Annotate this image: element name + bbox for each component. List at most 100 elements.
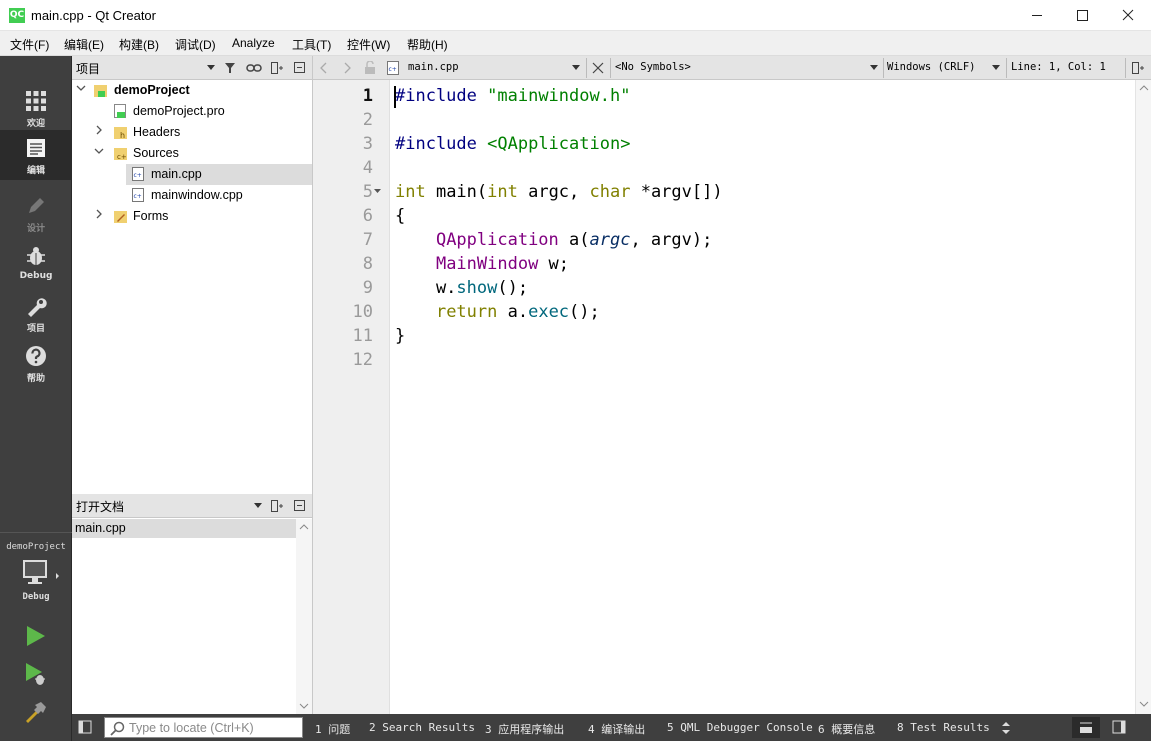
close-icon — [1122, 9, 1134, 21]
more-tabs-updown-icon[interactable] — [1001, 721, 1011, 735]
tree-item-main-cpp[interactable]: c+ main.cpp — [126, 164, 312, 185]
menu-debug[interactable]: 调试(D) — [175, 36, 216, 53]
split-pane-icon[interactable] — [270, 499, 284, 513]
menu-tools[interactable]: 工具(T) — [292, 36, 331, 53]
output-tab-application-output[interactable]: 3 应用程序输出 — [485, 721, 564, 737]
line-number: 8 — [362, 254, 373, 274]
scroll-down-icon[interactable] — [1139, 700, 1149, 708]
edit-document-icon — [27, 139, 45, 157]
menu-help[interactable]: 帮助(H) — [407, 36, 448, 53]
scroll-up-icon[interactable] — [1139, 84, 1149, 92]
scroll-down-icon[interactable] — [299, 702, 309, 710]
open-documents-scrollbar[interactable] — [296, 519, 312, 714]
view-dropdown-chevron-icon[interactable] — [253, 502, 263, 510]
back-arrow-icon[interactable] — [319, 62, 329, 74]
tree-item-label: mainwindow.cpp — [151, 188, 243, 202]
debug-run-button[interactable] — [24, 662, 48, 686]
code-line-11: } — [395, 326, 406, 346]
line-number-gutter[interactable]: 1 2 3 4 5 6 7 8 9 10 11 12 — [313, 80, 390, 714]
tree-item-mainwindow-cpp[interactable]: c+ mainwindow.cpp — [72, 185, 312, 206]
cpp-file-icon: c+ — [387, 61, 399, 75]
split-editor-icon[interactable] — [1131, 61, 1145, 75]
tree-item-headers[interactable]: h Headers — [72, 122, 312, 143]
scroll-up-icon[interactable] — [299, 523, 309, 531]
toolbar-separator — [1006, 58, 1007, 78]
forward-arrow-icon[interactable] — [342, 62, 352, 74]
kit-build-mode: Debug — [22, 592, 50, 602]
tree-item-forms[interactable]: Forms — [72, 206, 312, 227]
toggle-sidebar-icon[interactable] — [78, 720, 92, 734]
output-tab-search-results[interactable]: 2 Search Results — [369, 721, 475, 734]
output-pane-icon — [1080, 722, 1092, 733]
expanded-chevron-icon[interactable] — [94, 146, 106, 158]
mode-help[interactable]: 帮助 — [0, 338, 72, 388]
line-ending-combo[interactable]: Windows (CRLF) — [887, 61, 976, 73]
line-ending-dropdown-chevron-icon[interactable] — [992, 65, 1001, 72]
tree-item-sources[interactable]: c+ Sources — [72, 143, 312, 164]
mode-welcome[interactable]: 欢迎 — [0, 83, 72, 133]
mode-welcome-label: 欢迎 — [26, 119, 45, 129]
tree-item-demoproject[interactable]: demoProject — [72, 80, 312, 101]
output-tab-test-results[interactable]: 8 Test Results — [897, 721, 990, 734]
filter-icon[interactable] — [224, 61, 238, 75]
mode-projects[interactable]: 项目 — [0, 288, 72, 338]
link-sync-icon[interactable] — [246, 61, 262, 75]
minimize-icon — [1032, 15, 1042, 16]
kit-selector-button[interactable] — [22, 559, 62, 589]
maximize-button[interactable] — [1060, 0, 1106, 31]
toolbar-separator — [586, 58, 587, 78]
title-bar: QC main.cpp - Qt Creator — [0, 0, 1151, 31]
project-folder-icon — [94, 85, 107, 97]
cursor-position-label[interactable]: Line: 1, Col: 1 — [1011, 61, 1106, 73]
expanded-chevron-icon[interactable] — [76, 83, 88, 95]
mode-debug[interactable]: Debug — [0, 238, 72, 288]
output-tab-general-messages[interactable]: 6 概要信息 — [818, 721, 875, 737]
split-pane-icon[interactable] — [270, 61, 284, 75]
code-line-10: return a.exec(); — [435, 302, 600, 322]
maximize-icon — [1077, 10, 1088, 21]
close-pane-icon[interactable] — [293, 499, 307, 513]
collapsed-chevron-icon[interactable] — [94, 209, 106, 221]
help-question-icon — [26, 346, 46, 366]
toggle-output-pane-button[interactable] — [1072, 717, 1100, 738]
line-number: 9 — [362, 278, 373, 298]
editor-vertical-scrollbar[interactable] — [1135, 80, 1151, 714]
svg-text:h: h — [120, 131, 125, 140]
file-dropdown-chevron-icon[interactable] — [572, 65, 581, 72]
close-document-icon[interactable] — [592, 62, 604, 74]
collapsed-chevron-icon[interactable] — [94, 125, 106, 137]
mode-edit[interactable]: 编辑 — [0, 130, 72, 180]
code-editor[interactable]: #include "mainwindow.h" #include <QAppli… — [390, 80, 1135, 714]
open-document-item[interactable]: main.cpp — [72, 519, 296, 538]
current-file-combo[interactable]: main.cpp — [408, 61, 459, 73]
output-tab-issues[interactable]: 1 问题 — [315, 721, 350, 737]
projects-pane-title[interactable]: 项目 — [76, 60, 100, 77]
minimize-button[interactable] — [1014, 0, 1060, 31]
output-tab-compile-output[interactable]: 4 编译输出 — [588, 721, 645, 737]
locator-input[interactable]: Type to locate (Ctrl+K) — [104, 717, 303, 738]
menu-analyze[interactable]: Analyze — [232, 36, 275, 50]
menu-widgets[interactable]: 控件(W) — [347, 36, 390, 53]
mode-design[interactable]: 设计 — [0, 188, 72, 238]
symbols-combo[interactable]: <No Symbols> — [615, 61, 691, 73]
tree-item-demoproject-pro[interactable]: demoProject.pro — [72, 101, 312, 122]
run-button[interactable] — [24, 624, 48, 648]
close-pane-icon[interactable] — [293, 61, 307, 75]
fold-marker-icon[interactable] — [374, 188, 382, 196]
view-dropdown-chevron-icon[interactable] — [206, 64, 216, 72]
output-tab-qml-debugger-console[interactable]: 5 QML Debugger Console — [667, 721, 813, 734]
menu-file[interactable]: 文件(F) — [10, 36, 49, 53]
close-button[interactable] — [1105, 0, 1151, 31]
open-documents-header: 打开文档 — [72, 494, 312, 518]
tree-item-label: Headers — [133, 125, 181, 139]
menu-build[interactable]: 构建(B) — [119, 36, 159, 53]
symbols-dropdown-chevron-icon[interactable] — [870, 65, 879, 72]
svg-text:c+: c+ — [134, 193, 142, 200]
open-documents-title[interactable]: 打开文档 — [76, 498, 124, 515]
kit-project-name: demoProject — [6, 542, 66, 552]
build-button[interactable] — [24, 700, 48, 724]
menu-edit[interactable]: 编辑(E) — [64, 36, 104, 53]
toggle-right-sidebar-icon[interactable] — [1112, 720, 1126, 734]
headers-folder-icon: h — [114, 127, 127, 140]
svg-text:c+: c+ — [389, 66, 397, 73]
